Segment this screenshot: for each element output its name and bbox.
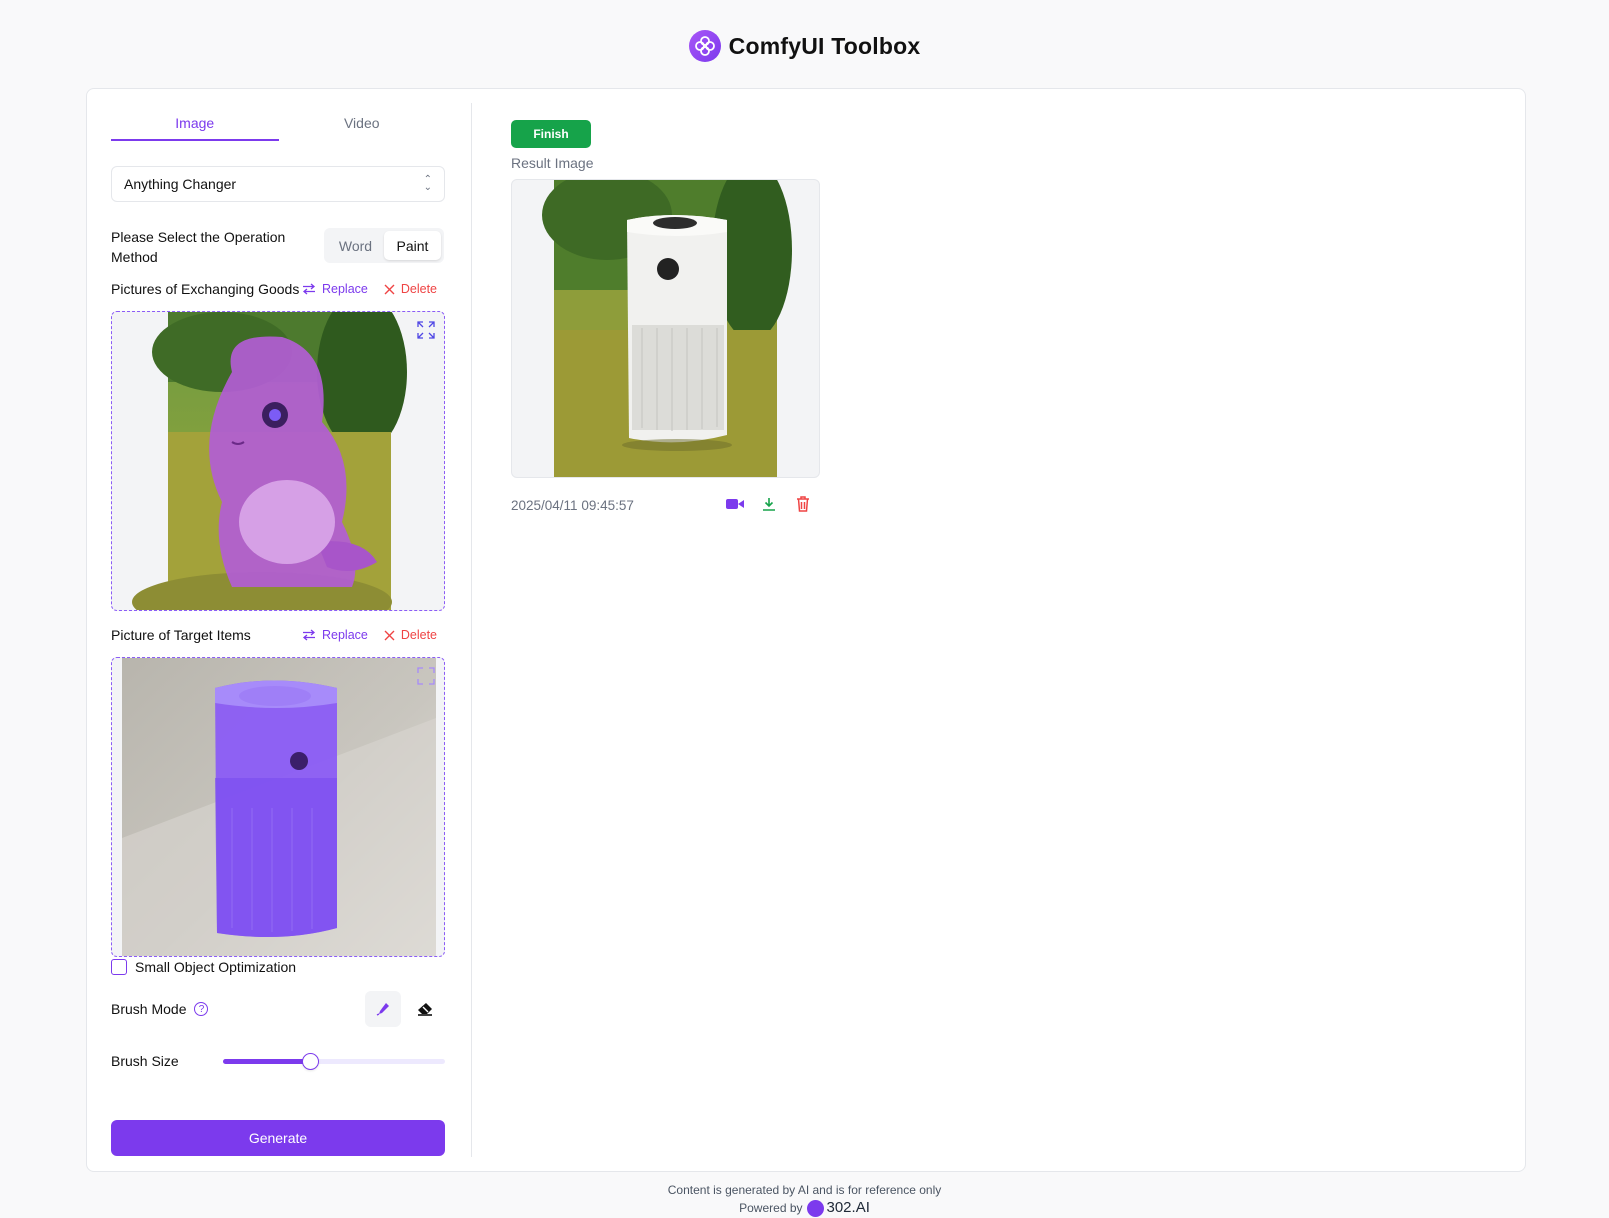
result-image (542, 180, 792, 477)
result-image-label: Result Image (511, 155, 594, 171)
exchange-section-title: Pictures of Exchanging Goods (111, 281, 300, 297)
app-header: ComfyUI Toolbox (0, 30, 1609, 62)
video-icon[interactable] (726, 495, 744, 513)
target-section-title: Picture of Target Items (111, 627, 251, 643)
result-timestamp: 2025/04/11 09:45:57 (511, 497, 634, 513)
mode-tabs: Image Video (111, 115, 445, 141)
eraser-icon (418, 1003, 432, 1016)
swap-icon (302, 283, 315, 295)
exchange-section-header: Pictures of Exchanging Goods Replace Del… (111, 279, 445, 299)
tool-select[interactable]: Anything Changer ⌃ ⌄ (111, 166, 445, 202)
eraser-tool-button[interactable] (407, 991, 443, 1027)
trash-icon[interactable] (794, 495, 812, 513)
brush-tool-button[interactable] (365, 991, 401, 1027)
brush-mode-row: Brush Mode ? (111, 991, 445, 1027)
brush-mode-label: Brush Mode (111, 1001, 187, 1017)
expand-icon[interactable] (416, 320, 436, 340)
small-object-label: Small Object Optimization (135, 959, 297, 975)
target-section-header: Picture of Target Items Replace Delete (111, 625, 445, 645)
expand-icon[interactable] (416, 666, 436, 686)
tab-image[interactable]: Image (111, 115, 279, 141)
exchange-replace-button[interactable]: Replace (302, 282, 368, 296)
close-icon (384, 630, 395, 640)
help-icon[interactable]: ? (194, 1002, 209, 1016)
small-object-row: Small Object Optimization (111, 959, 296, 975)
main-card: Image Video Anything Changer ⌃ ⌄ Please S… (86, 88, 1526, 1172)
target-image-canvas[interactable] (111, 657, 445, 957)
target-replace-button[interactable]: Replace (302, 628, 368, 642)
powered-by-label: Powered by (739, 1201, 803, 1215)
brand-logo-icon (806, 1199, 824, 1217)
exchange-image-canvas[interactable] (111, 311, 445, 611)
app-title: ComfyUI Toolbox (728, 32, 921, 59)
exchange-delete-button[interactable]: Delete (384, 282, 437, 296)
status-badge: Finish (511, 120, 591, 148)
result-image-frame[interactable] (511, 179, 820, 478)
page-footer: Content is generated by AI and is for re… (0, 1181, 1609, 1217)
generate-button[interactable]: Generate (111, 1120, 445, 1156)
result-meta-row: 2025/04/11 09:45:57 (511, 495, 820, 515)
footer-disclaimer: Content is generated by AI and is for re… (667, 1183, 942, 1197)
panel-divider (471, 103, 472, 1157)
download-icon[interactable] (760, 495, 778, 513)
app-logo-icon (688, 30, 721, 62)
brand-link[interactable]: 302.AI (806, 1199, 870, 1217)
tab-video[interactable]: Video (279, 115, 446, 141)
target-image (122, 658, 436, 956)
operation-method-label: Please Select the Operation Method (111, 229, 286, 265)
target-delete-button[interactable]: Delete (384, 628, 437, 642)
option-paint[interactable]: Paint (384, 231, 441, 260)
powered-by: Powered by 302.AI (739, 1199, 870, 1217)
brush-size-slider[interactable] (223, 1053, 445, 1070)
brush-size-row: Brush Size (111, 1051, 445, 1071)
tool-select-value: Anything Changer (124, 176, 237, 192)
brush-size-fill (223, 1059, 310, 1064)
chevron-up-down-icon: ⌃ ⌄ (423, 174, 432, 193)
brush-size-label: Brush Size (111, 1053, 179, 1069)
close-icon (384, 284, 395, 294)
small-object-checkbox[interactable] (111, 959, 127, 975)
brand-name: 302.AI (826, 1199, 870, 1216)
brush-icon (376, 1003, 389, 1016)
exchange-image (132, 312, 407, 610)
brush-size-thumb[interactable] (301, 1053, 319, 1070)
option-word[interactable]: Word (327, 231, 384, 260)
operation-method-toggle: Word Paint (324, 228, 444, 263)
swap-icon (302, 629, 315, 641)
